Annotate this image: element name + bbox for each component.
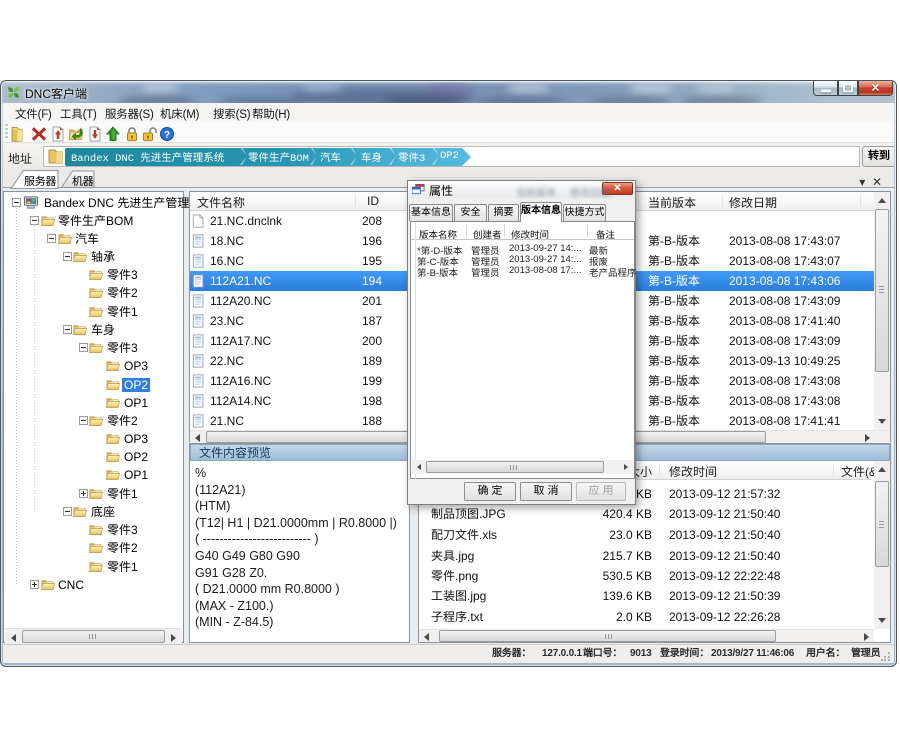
svg-text:?: ? [164, 130, 170, 141]
